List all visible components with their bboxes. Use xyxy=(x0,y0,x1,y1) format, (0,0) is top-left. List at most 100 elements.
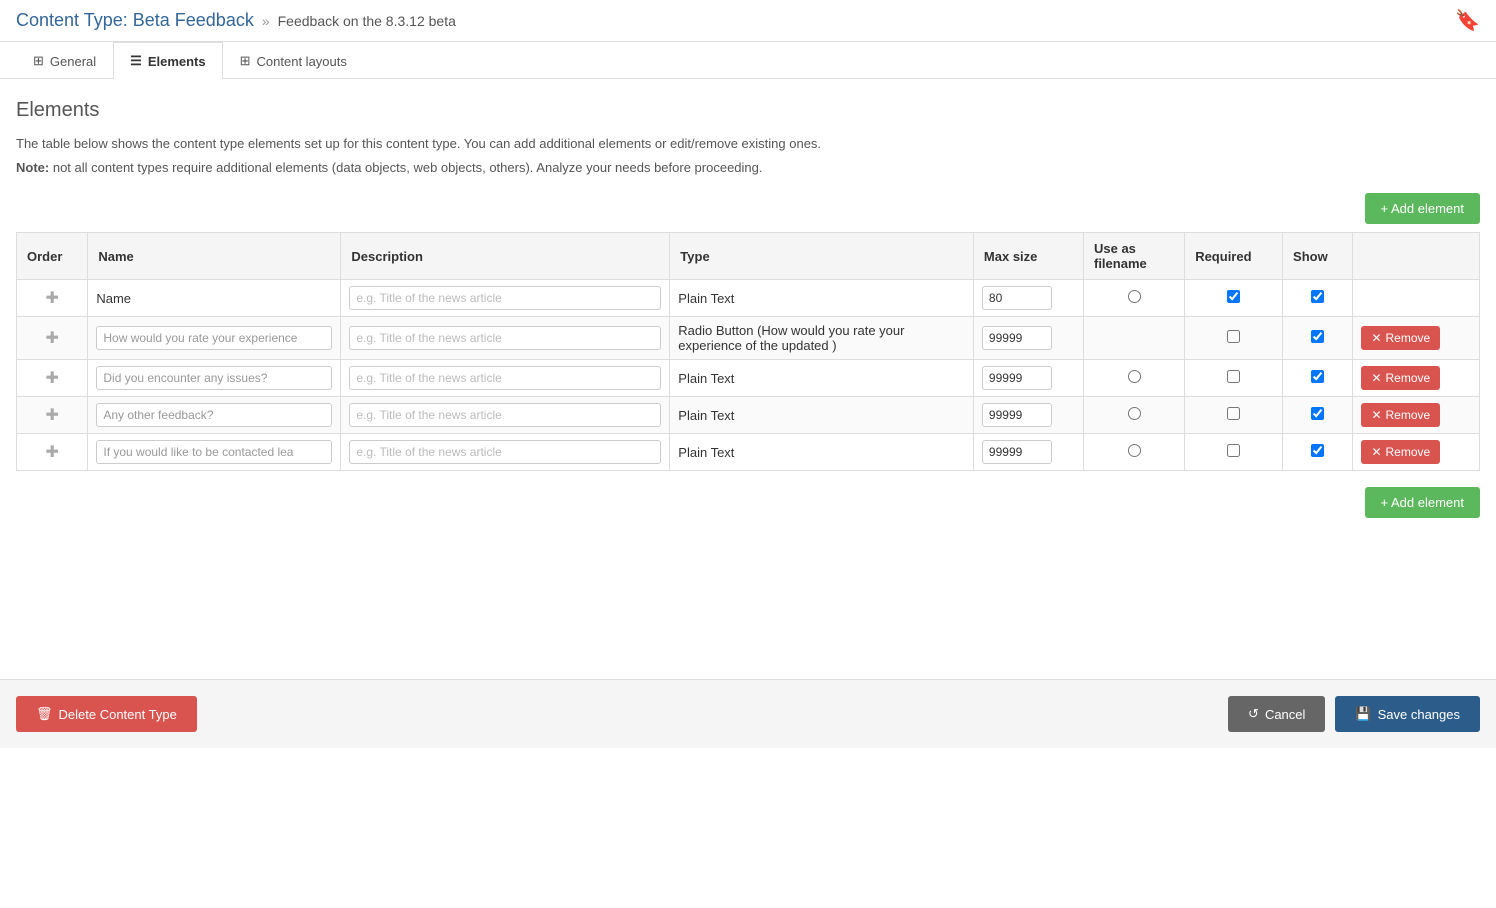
show-checkbox-4[interactable] xyxy=(1311,407,1324,420)
remove-icon-4: ✕ xyxy=(1371,408,1381,422)
maxsize-cell-3 xyxy=(973,360,1083,397)
save-changes-button[interactable]: 💾 Save changes xyxy=(1335,696,1480,732)
filename-cell-4 xyxy=(1083,397,1184,434)
show-cell-5 xyxy=(1283,434,1353,471)
elements-table: Order Name Description Type Max size Use… xyxy=(16,232,1480,471)
col-header-actions xyxy=(1353,233,1480,280)
add-element-button-top[interactable]: + Add element xyxy=(1365,193,1480,224)
cancel-label: Cancel xyxy=(1265,707,1305,722)
name-input-2[interactable] xyxy=(96,326,332,350)
table-row: ✚ Plain Text xyxy=(17,434,1480,471)
top-bar: Content Type: Beta Feedback » Feedback o… xyxy=(0,0,1496,42)
show-checkbox-1[interactable] xyxy=(1311,290,1324,303)
required-cell-5 xyxy=(1185,434,1283,471)
page-title: Content Type: Beta Feedback xyxy=(16,10,254,31)
remove-button-5[interactable]: ✕ Remove xyxy=(1361,440,1440,464)
name-cell-3 xyxy=(88,360,341,397)
cancel-button[interactable]: ↺ Cancel xyxy=(1228,696,1325,732)
remove-label-3: Remove xyxy=(1386,371,1431,385)
maxsize-input-4[interactable] xyxy=(982,403,1052,427)
delete-label: Delete Content Type xyxy=(59,707,177,722)
col-header-show: Show xyxy=(1283,233,1353,280)
desc-input-3[interactable] xyxy=(349,366,661,390)
desc-cell-1 xyxy=(341,280,670,317)
desc-cell-5 xyxy=(341,434,670,471)
maxsize-input-3[interactable] xyxy=(982,366,1052,390)
maxsize-input-1[interactable] xyxy=(982,286,1052,310)
filename-radio-1[interactable] xyxy=(1128,290,1141,303)
col-header-required: Required xyxy=(1185,233,1283,280)
required-checkbox-5[interactable] xyxy=(1227,444,1240,457)
tab-general[interactable]: ⊞ General xyxy=(16,42,113,79)
filename-radio-5[interactable] xyxy=(1128,444,1141,457)
required-cell-1 xyxy=(1185,280,1283,317)
filename-cell-5 xyxy=(1083,434,1184,471)
tab-elements[interactable]: ☰ Elements xyxy=(113,42,222,79)
drag-handle[interactable]: ✚ xyxy=(17,360,88,397)
footer-right: ↺ Cancel 💾 Save changes xyxy=(1228,696,1480,732)
desc-input-4[interactable] xyxy=(349,403,661,427)
required-checkbox-3[interactable] xyxy=(1227,370,1240,383)
save-icon: 💾 xyxy=(1355,706,1371,722)
desc-input-1[interactable] xyxy=(349,286,661,310)
type-cell-5: Plain Text xyxy=(670,434,974,471)
filename-radio-4[interactable] xyxy=(1128,407,1141,420)
required-checkbox-1[interactable] xyxy=(1227,290,1240,303)
add-element-button-bottom[interactable]: + Add element xyxy=(1365,487,1480,518)
delete-content-type-button[interactable]: 🗑 Delete Content Type xyxy=(16,696,197,732)
maxsize-cell-2 xyxy=(973,317,1083,360)
filename-cell-2 xyxy=(1083,317,1184,360)
actions-cell-2: ✕ Remove xyxy=(1353,317,1480,360)
actions-cell-1 xyxy=(1353,280,1480,317)
footer-bar: 🗑 Delete Content Type ↺ Cancel 💾 Save ch… xyxy=(0,679,1496,748)
show-cell-3 xyxy=(1283,360,1353,397)
tab-content-layouts[interactable]: ⊞ Content layouts xyxy=(223,42,364,79)
maxsize-cell-4 xyxy=(973,397,1083,434)
drag-handle[interactable]: ✚ xyxy=(17,397,88,434)
note-label: Note: xyxy=(16,160,49,175)
remove-button-3[interactable]: ✕ Remove xyxy=(1361,366,1440,390)
drag-handle[interactable]: ✚ xyxy=(17,317,88,360)
table-row: ✚ Plain Text xyxy=(17,360,1480,397)
drag-handle[interactable]: ✚ xyxy=(17,280,88,317)
table-body: ✚ Name Plain Text xyxy=(17,280,1480,471)
remove-icon-5: ✕ xyxy=(1371,445,1381,459)
show-checkbox-5[interactable] xyxy=(1311,444,1324,457)
desc-input-5[interactable] xyxy=(349,440,661,464)
elements-tab-icon: ☰ xyxy=(130,53,142,69)
required-checkbox-4[interactable] xyxy=(1227,407,1240,420)
remove-button-4[interactable]: ✕ Remove xyxy=(1361,403,1440,427)
table-header: Order Name Description Type Max size Use… xyxy=(17,233,1480,280)
name-cell-4 xyxy=(88,397,341,434)
maxsize-input-5[interactable] xyxy=(982,440,1052,464)
drag-handle[interactable]: ✚ xyxy=(17,434,88,471)
top-bar-left: Content Type: Beta Feedback » Feedback o… xyxy=(16,10,456,31)
add-element-label-top: + Add element xyxy=(1381,201,1464,216)
actions-cell-3: ✕ Remove xyxy=(1353,360,1480,397)
elements-tab-label: Elements xyxy=(148,54,206,69)
desc-cell-3 xyxy=(341,360,670,397)
desc-input-2[interactable] xyxy=(349,326,661,350)
note-text: not all content types require additional… xyxy=(53,160,763,175)
name-input-5[interactable] xyxy=(96,440,332,464)
remove-button-2[interactable]: ✕ Remove xyxy=(1361,326,1440,350)
maxsize-input-2[interactable] xyxy=(982,326,1052,350)
tab-bar: ⊞ General ☰ Elements ⊞ Content layouts xyxy=(0,42,1496,79)
maxsize-cell-5 xyxy=(973,434,1083,471)
show-checkbox-3[interactable] xyxy=(1311,370,1324,383)
add-element-bar-top: + Add element xyxy=(16,193,1480,224)
content-layouts-tab-icon: ⊞ xyxy=(240,53,251,69)
type-cell-4: Plain Text xyxy=(670,397,974,434)
maxsize-cell-1 xyxy=(973,280,1083,317)
bookmark-icon[interactable]: 🔖 xyxy=(1455,8,1480,33)
content-layouts-tab-label: Content layouts xyxy=(257,54,347,69)
remove-icon-2: ✕ xyxy=(1371,331,1381,345)
filename-radio-3[interactable] xyxy=(1128,370,1141,383)
name-input-3[interactable] xyxy=(96,366,332,390)
remove-icon-3: ✕ xyxy=(1371,371,1381,385)
required-checkbox-2[interactable] xyxy=(1227,330,1240,343)
name-input-4[interactable] xyxy=(96,403,332,427)
show-checkbox-2[interactable] xyxy=(1311,330,1324,343)
section-title: Elements xyxy=(16,99,1480,122)
col-header-description: Description xyxy=(341,233,670,280)
